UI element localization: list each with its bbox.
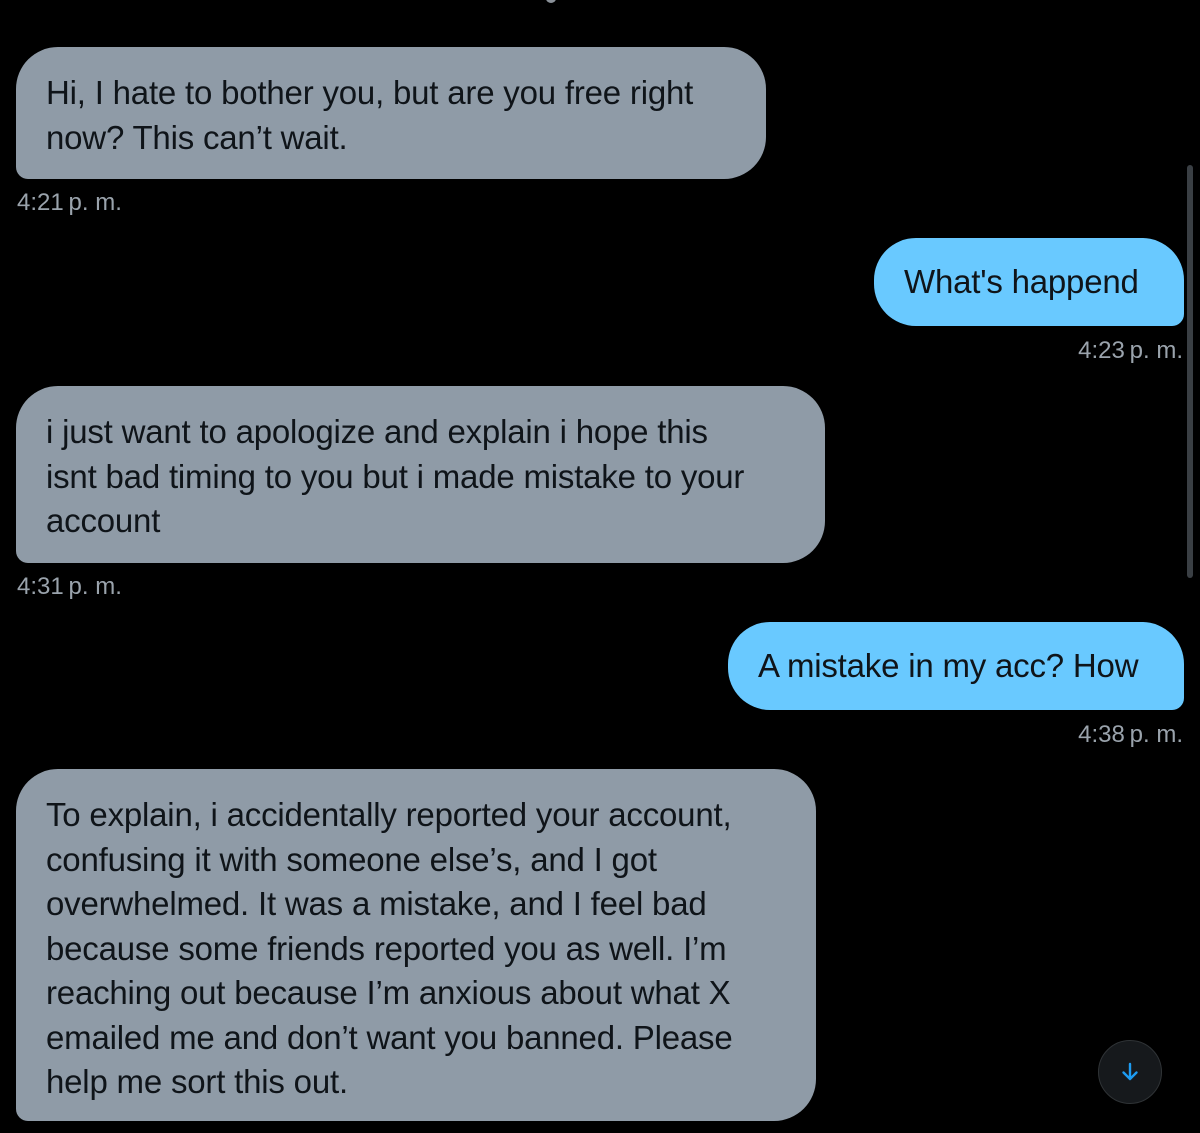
- message-line: confusing it with someone else’s, and I …: [46, 840, 657, 878]
- message-timestamp: 4:21 p. m.: [17, 189, 122, 216]
- message-timestamp: 4:31 p. m.: [17, 573, 122, 600]
- message-line: account: [46, 502, 161, 539]
- message-line: What's happend: [904, 263, 1139, 300]
- message-line: now? This can’t wait.: [46, 118, 348, 156]
- message-line: i just want to apologize and explain i h…: [46, 413, 708, 450]
- message-bubble-sent[interactable]: A mistake in my acc? How: [728, 622, 1184, 710]
- message-line: reaching out because I’m anxious about w…: [46, 974, 731, 1011]
- message-bubble-received[interactable]: Hi, I hate to bother you, but are you fr…: [16, 47, 766, 179]
- message-bubble-received[interactable]: i just want to apologize and explain i h…: [16, 386, 825, 563]
- scroll-to-bottom-button[interactable]: [1098, 1040, 1162, 1104]
- message-line: Hi, I hate to bother you, but are you fr…: [46, 74, 694, 111]
- message-timestamp: 4:23 p. m.: [1078, 337, 1183, 364]
- message-line: To explain, i accidentally reported your…: [46, 796, 732, 833]
- scrollbar[interactable]: [1187, 165, 1193, 578]
- message-bubble-sent[interactable]: What's happend: [874, 238, 1184, 326]
- message-bubble-received[interactable]: To explain, i accidentally reported your…: [16, 769, 816, 1121]
- message-line: A mistake in my acc? How: [758, 647, 1139, 684]
- message-line: overwhelmed. It was a mistake, and I fee…: [46, 885, 707, 922]
- message-line: isnt bad timing to you but i made mistak…: [46, 457, 745, 495]
- message-timestamp: 4:38 p. m.: [1078, 721, 1183, 748]
- message-line: help me sort this out.: [46, 1063, 348, 1100]
- message-line: because some friends reported you as wel…: [46, 929, 727, 967]
- message-line: emailed me and don’t want you banned. Pl…: [46, 1018, 733, 1056]
- header-text-fragment: [546, 0, 556, 3]
- arrow-down-icon: [1122, 1062, 1138, 1081]
